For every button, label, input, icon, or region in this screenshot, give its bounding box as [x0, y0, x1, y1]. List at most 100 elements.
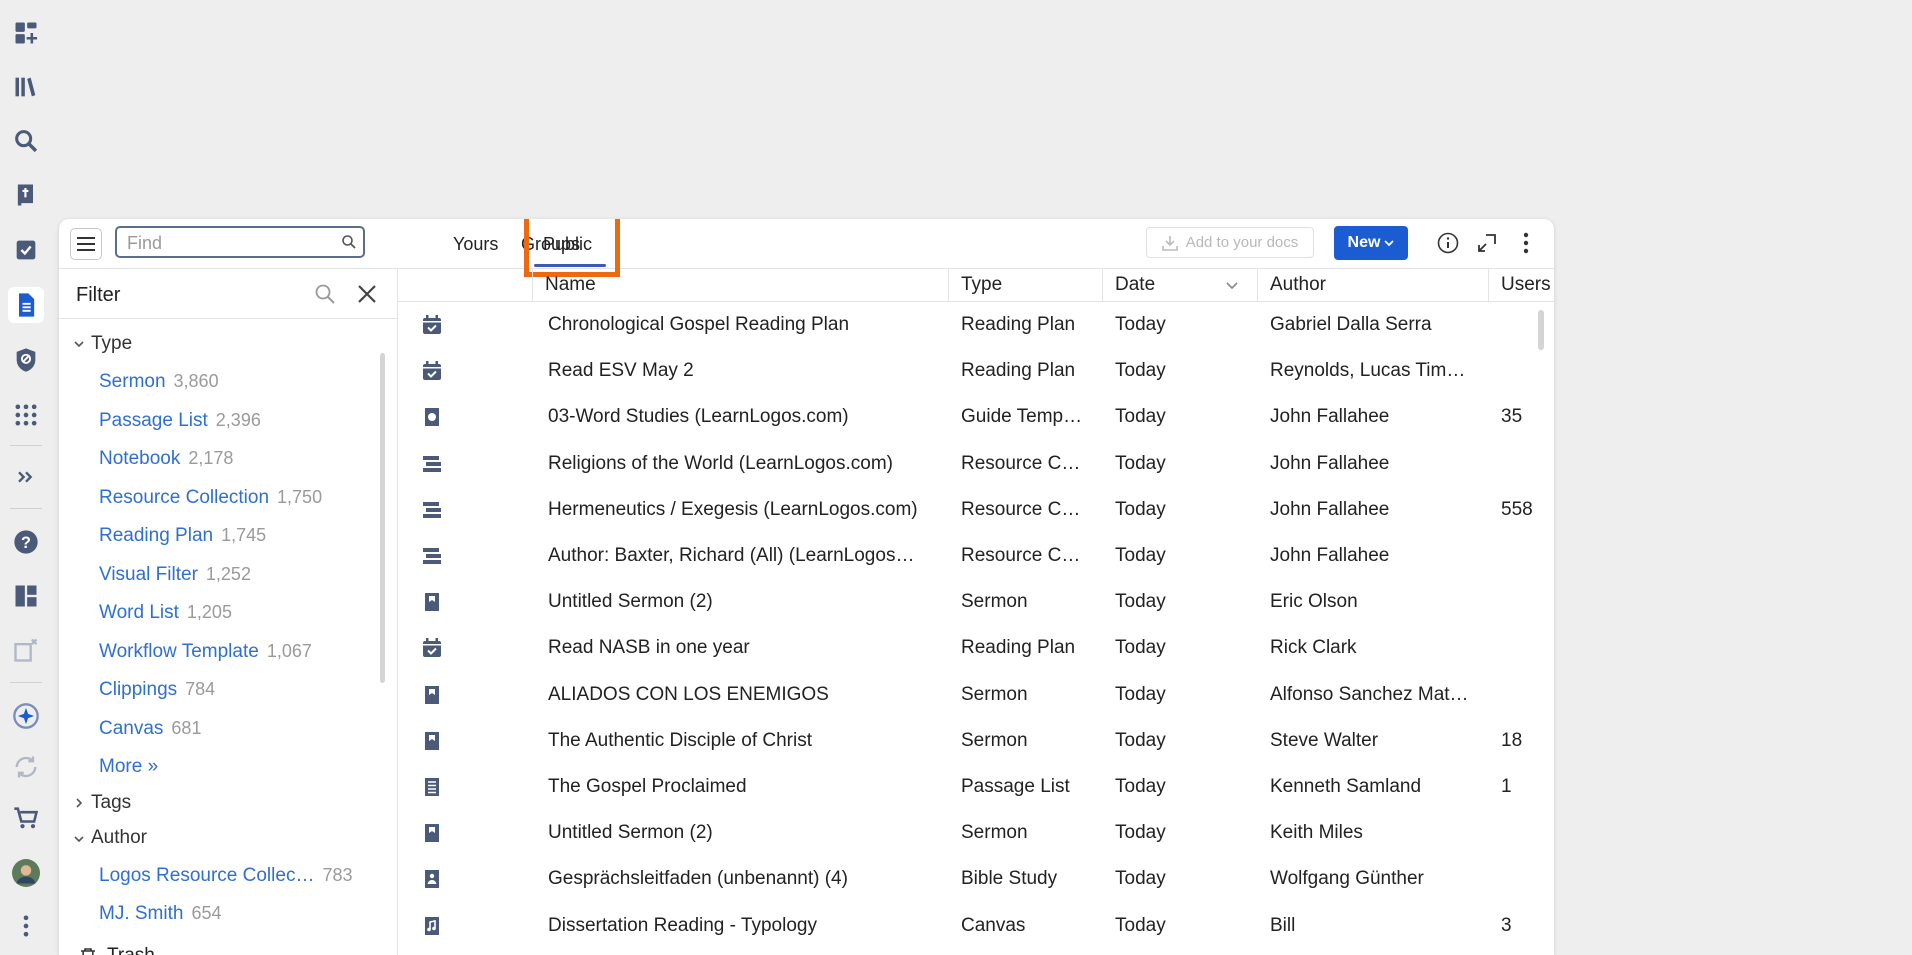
filter-item-passage-list[interactable]: Passage List 2,396	[99, 410, 261, 432]
documents-panel: Yours Groups Public Add to your docs New…	[59, 219, 1554, 955]
row-type: Canvas	[961, 915, 1026, 936]
canvas-icon	[421, 915, 443, 937]
filter-item-workflow-template[interactable]: Workflow Template 1,067	[99, 641, 312, 663]
find-field[interactable]	[115, 226, 365, 258]
table-scrollbar[interactable]	[1538, 310, 1544, 350]
column-header-author[interactable]: Author	[1270, 274, 1326, 296]
filter-section-type[interactable]: Type	[91, 333, 132, 355]
search-icon[interactable]	[314, 283, 336, 310]
row-date: Today	[1115, 637, 1166, 658]
table-row[interactable]: Hermeneutics / Exegesis (LearnLogos.com)…	[398, 487, 1533, 533]
filter-item-resource-collection[interactable]: Resource Collection 1,750	[99, 487, 322, 509]
popout-icon[interactable]	[1475, 231, 1499, 255]
ai-sparkle-icon[interactable]	[8, 698, 44, 734]
filter-item-reading-plan[interactable]: Reading Plan 1,745	[99, 525, 266, 547]
filter-scrollbar[interactable]	[380, 353, 385, 683]
row-date: Today	[1115, 406, 1166, 427]
table-header: Name Type Date Author Users	[398, 268, 1554, 302]
add-to-docs-button[interactable]: Add to your docs	[1146, 227, 1314, 258]
column-header-type[interactable]: Type	[961, 274, 1002, 296]
apps-grid-icon[interactable]	[8, 397, 44, 433]
table-row[interactable]: Untitled Sermon (2) Sermon Today Eric Olson	[398, 579, 1528, 625]
cart-icon[interactable]	[8, 800, 44, 836]
info-icon[interactable]	[1436, 231, 1460, 255]
table-row[interactable]: Untitled Sermon (2) Sermon Today Keith Mile…	[398, 810, 1528, 856]
more-icon[interactable]	[8, 908, 44, 944]
filter-item-author[interactable]: Logos Resource Collec… 783	[99, 865, 353, 887]
filter-item-clippings[interactable]: Clippings 784	[99, 679, 215, 701]
row-author: John Fallahee	[1270, 499, 1390, 520]
table-row[interactable]: Author: Baxter, Richard (All) (LearnLogo…	[398, 533, 1528, 579]
row-type: Reading Plan	[961, 637, 1076, 658]
sync-icon[interactable]	[8, 749, 44, 785]
row-date: Today	[1115, 684, 1166, 705]
search-icon[interactable]	[8, 123, 44, 159]
expand-icon[interactable]	[8, 459, 44, 495]
column-header-name[interactable]: Name	[545, 274, 596, 296]
bible-icon[interactable]	[8, 177, 44, 213]
table-row[interactable]: The Authentic Disciple of Christ Sermon To…	[398, 718, 1528, 764]
shield-icon[interactable]	[8, 342, 44, 378]
chevron-right-icon[interactable]	[73, 797, 85, 809]
filter-section-author[interactable]: Author	[91, 827, 147, 849]
sermon-icon	[421, 591, 443, 613]
app-rail: ?	[0, 0, 52, 955]
filter-item-sermon[interactable]: Sermon 3,860	[99, 371, 219, 393]
table-row[interactable]: Dissertation Reading - Typology Canvas Tod…	[398, 903, 1528, 949]
close-icon[interactable]	[357, 284, 377, 309]
tab-yours[interactable]: Yours	[453, 234, 498, 255]
row-type: Sermon	[961, 822, 1028, 843]
filter-more-link[interactable]: More »	[99, 756, 158, 778]
resource-collection-icon	[421, 453, 443, 475]
filter-section-tags[interactable]: Tags	[91, 792, 131, 814]
table-row[interactable]: Read ESV May 2 Reading Plan Today Reynolds,…	[398, 348, 1528, 394]
row-author: Gabriel Dalla Serra	[1270, 314, 1432, 335]
row-type: Bible Study	[961, 868, 1058, 889]
row-date: Today	[1115, 453, 1166, 474]
row-date: Today	[1115, 915, 1166, 936]
search-icon[interactable]	[341, 234, 357, 255]
row-date: Today	[1115, 545, 1166, 566]
library-icon[interactable]	[8, 69, 44, 105]
avatar[interactable]	[8, 855, 44, 891]
table-row[interactable]: Gesprächsleitfaden (unbenannt) (4) Bible …	[398, 856, 1528, 902]
tab-public[interactable]: Public	[543, 234, 592, 255]
row-type: Resource C…	[961, 545, 1081, 566]
new-button[interactable]: New	[1334, 226, 1408, 260]
table-row[interactable]: 03-Word Studies (LearnLogos.com) Guide Te…	[398, 394, 1528, 440]
table-row[interactable]: Read NASB in one year Reading Plan Today Ri…	[398, 625, 1528, 671]
clipboard-icon[interactable]	[8, 632, 44, 668]
row-author: Keith Miles	[1270, 822, 1363, 843]
help-icon[interactable]: ?	[8, 524, 44, 560]
resource-collection-icon	[421, 499, 443, 521]
sort-desc-icon[interactable]	[1226, 281, 1238, 291]
layouts-icon[interactable]	[8, 578, 44, 614]
filter-item-canvas[interactable]: Canvas 681	[99, 718, 201, 740]
new-button-label: New	[1347, 234, 1381, 251]
table-row[interactable]: Chronological Gospel Reading Plan Reading…	[398, 302, 1528, 348]
bible-study-icon	[421, 868, 443, 890]
column-header-users[interactable]: Users	[1501, 274, 1551, 296]
trash-label: Trash	[107, 945, 155, 955]
table-row[interactable]: ALIADOS CON LOS ENEMIGOS Sermon Today Alfon…	[398, 672, 1528, 718]
filter-item-author[interactable]: MJ. Smith 654	[99, 903, 222, 925]
documents-icon[interactable]	[8, 287, 44, 323]
filter-item-visual-filter[interactable]: Visual Filter 1,252	[99, 564, 251, 586]
table-row[interactable]: The Gospel Proclaimed Passage List Today Ke…	[398, 764, 1528, 810]
filter-sidebar: Filter Type Sermon 3,860 Passage List 2,39…	[59, 268, 398, 955]
chevron-down-icon[interactable]	[73, 833, 85, 845]
sermon-icon	[421, 684, 443, 706]
checklist-icon[interactable]	[8, 232, 44, 268]
filter-item-notebook[interactable]: Notebook 2,178	[99, 448, 233, 470]
menu-icon[interactable]	[70, 228, 102, 260]
chevron-down-icon[interactable]	[73, 338, 85, 350]
panel-menu-icon[interactable]	[1514, 231, 1538, 255]
dashboard-add-icon[interactable]	[8, 15, 44, 51]
find-input[interactable]	[125, 232, 329, 254]
row-author: Rick Clark	[1270, 637, 1357, 658]
row-type: Sermon	[961, 591, 1028, 612]
trash-item[interactable]: Trash	[79, 945, 155, 955]
filter-item-word-list[interactable]: Word List 1,205	[99, 602, 232, 624]
table-row[interactable]: Religions of the World (LearnLogos.com) R…	[398, 441, 1528, 487]
column-header-date[interactable]: Date	[1115, 274, 1155, 296]
